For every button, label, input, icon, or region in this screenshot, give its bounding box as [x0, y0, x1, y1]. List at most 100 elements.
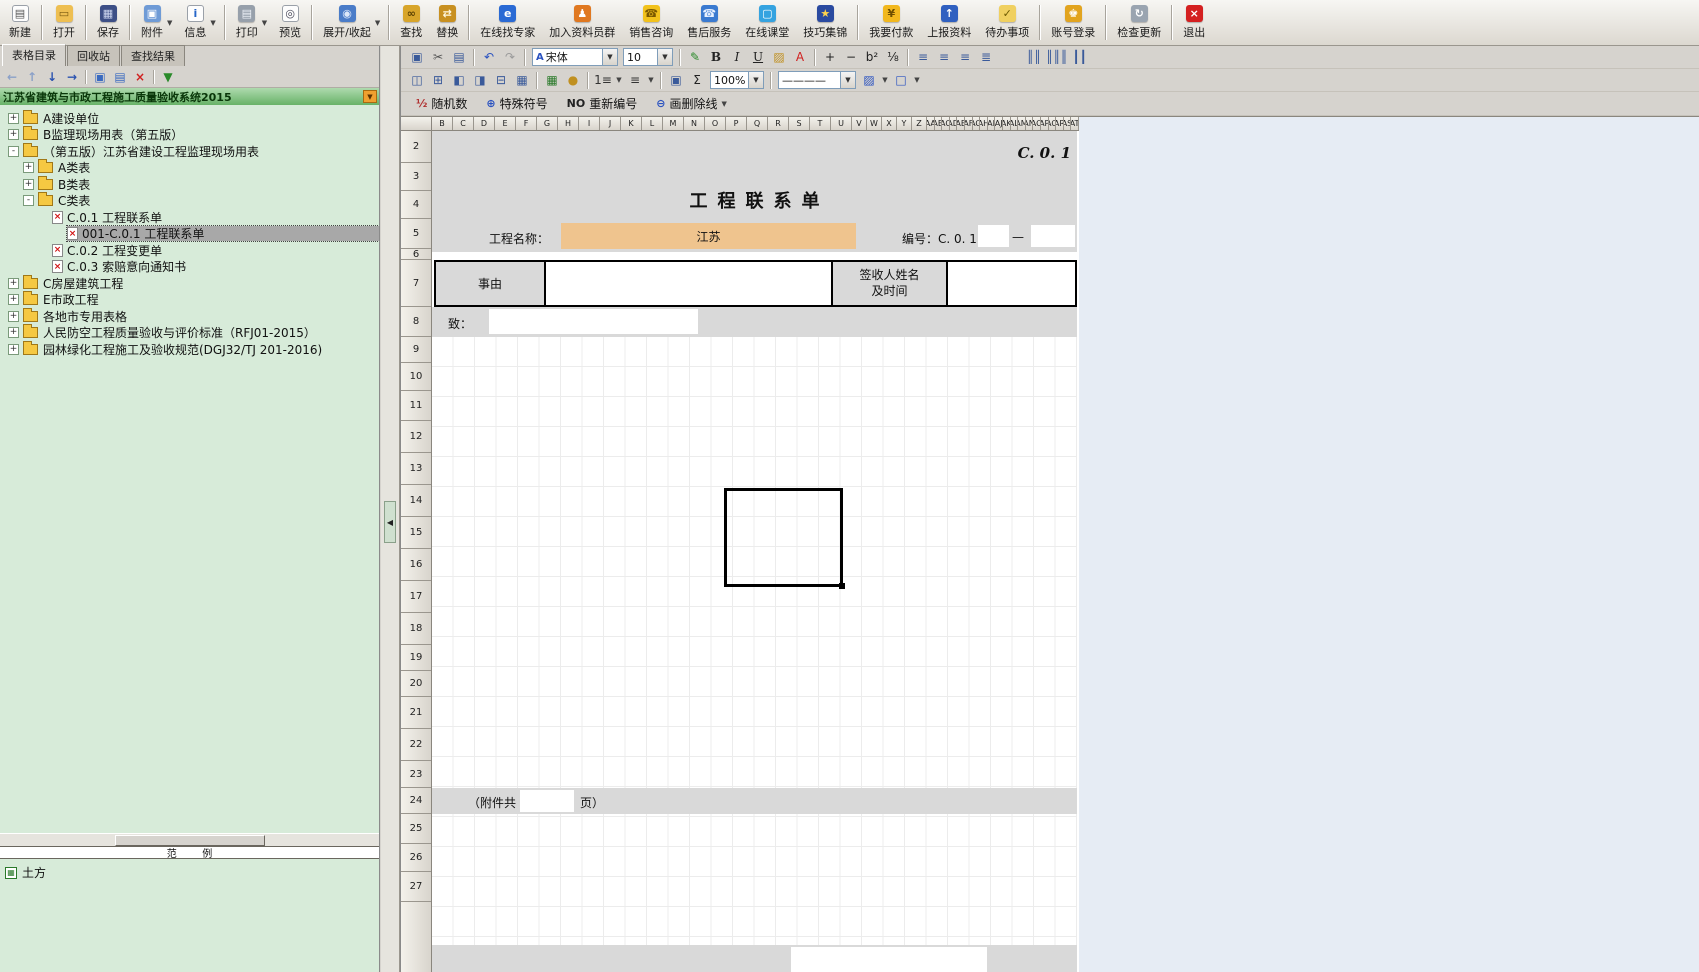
row-header[interactable]: 24: [401, 788, 431, 814]
row-header[interactable]: 3: [401, 163, 431, 191]
back-arrow-icon[interactable]: ←: [3, 68, 21, 86]
dropdown-arrow-icon[interactable]: ▼: [602, 49, 617, 65]
online-expert-button[interactable]: e在线找专家: [473, 1, 542, 44]
column-header[interactable]: X: [882, 117, 897, 130]
up-arrow-icon[interactable]: ↑: [23, 68, 41, 86]
dropdown-arrow-icon[interactable]: ▼: [261, 19, 268, 27]
row-header[interactable]: 13: [401, 453, 431, 485]
down-arrow-icon[interactable]: ↓: [43, 68, 61, 86]
column-header[interactable]: U: [831, 117, 852, 130]
column-header[interactable]: O: [705, 117, 726, 130]
collapse-expander-icon[interactable]: -: [8, 146, 19, 157]
column-header[interactable]: S: [789, 117, 810, 130]
merge-down-icon[interactable]: ⊟: [491, 71, 511, 90]
tree-item[interactable]: +人民防空工程质量验收与评价标准（RFJ01-2015）: [0, 325, 379, 342]
attachment-button[interactable]: ▣附件▼: [134, 1, 177, 44]
tree-item[interactable]: +E市政工程: [0, 292, 379, 309]
expand-expander-icon[interactable]: +: [8, 294, 19, 305]
column-header[interactable]: W: [867, 117, 882, 130]
column-header[interactable]: K: [621, 117, 642, 130]
preview-button[interactable]: ◎预览: [272, 1, 308, 44]
dropdown-arrow-icon[interactable]: ▼: [748, 72, 763, 88]
column-header[interactable]: J: [600, 117, 621, 130]
cut-icon[interactable]: ✂: [428, 48, 448, 67]
auto-sum-icon[interactable]: Σ: [687, 71, 707, 90]
column-header[interactable]: F: [516, 117, 537, 130]
tree-item[interactable]: +各地市专用表格: [0, 308, 379, 325]
reason-input-cell[interactable]: [544, 262, 831, 305]
row-header[interactable]: 15: [401, 517, 431, 549]
title-dropdown-button[interactable]: ▼: [363, 90, 377, 103]
row-header[interactable]: 17: [401, 581, 431, 613]
row-header[interactable]: 8: [401, 307, 431, 337]
row-header[interactable]: 10: [401, 363, 431, 391]
line-style-select[interactable]: ————▼: [778, 71, 856, 89]
superscript-icon[interactable]: b²: [862, 48, 882, 67]
column-header[interactable]: AB: [935, 117, 943, 130]
column-header[interactable]: AE: [957, 117, 965, 130]
expand-expander-icon[interactable]: +: [23, 162, 34, 173]
lock-cell-icon[interactable]: ●: [563, 71, 583, 90]
table-borders-icon[interactable]: ▦: [512, 71, 532, 90]
row-header[interactable]: 19: [401, 645, 431, 671]
row-header[interactable]: 20: [401, 671, 431, 697]
row-header[interactable]: 23: [401, 761, 431, 788]
tab-catalog[interactable]: 表格目录: [2, 44, 66, 66]
upload-data-button[interactable]: ↑上报资料: [920, 1, 978, 44]
row-header[interactable]: 22: [401, 729, 431, 761]
column-header[interactable]: G: [537, 117, 558, 130]
form-number-box-2[interactable]: [1031, 225, 1075, 247]
fill-color-icon[interactable]: ▨: [769, 48, 789, 67]
column-header[interactable]: Y: [897, 117, 912, 130]
row-header[interactable]: 27: [401, 872, 431, 902]
tree-item[interactable]: +A建设单位: [0, 110, 379, 127]
paste-icon[interactable]: ▤: [449, 48, 469, 67]
column-header[interactable]: AO: [1033, 117, 1041, 130]
copy-form-icon[interactable]: ▤: [111, 68, 129, 86]
sales-consult-button[interactable]: ☎销售咨询: [622, 1, 680, 44]
print-button[interactable]: ▤打印▼: [229, 1, 272, 44]
column-header[interactable]: Q: [747, 117, 768, 130]
account-login-button[interactable]: ♚账号登录: [1044, 1, 1102, 44]
column-header[interactable]: AJ: [995, 117, 1003, 130]
split-cells-icon[interactable]: ⊞: [428, 71, 448, 90]
row-header[interactable]: 16: [401, 549, 431, 581]
tree-item[interactable]: ×C.0.1 工程联系单: [0, 209, 379, 226]
vertical-text-icon[interactable]: ║║: [1024, 48, 1044, 67]
tree-item[interactable]: -（第五版）江苏省建设工程监理现场用表: [0, 143, 379, 160]
column-header[interactable]: AT: [1071, 117, 1079, 130]
italic-icon[interactable]: I: [727, 48, 747, 67]
column-header[interactable]: AQ: [1049, 117, 1057, 130]
table-pen-icon[interactable]: ▣: [666, 71, 686, 90]
dropdown-arrow-icon[interactable]: ▼: [614, 71, 624, 90]
column-header[interactable]: AK: [1003, 117, 1011, 130]
dropdown-arrow-icon[interactable]: ▼: [721, 100, 726, 108]
sheet-canvas[interactable]: C. 0. 1 工程联系单 工程名称： 江苏 编号：C. 0. 1 — 事由 签…: [432, 131, 1079, 972]
tab-search-results[interactable]: 查找结果: [121, 45, 185, 66]
column-header[interactable]: AI: [988, 117, 996, 130]
row-header[interactable]: 14: [401, 485, 431, 517]
font-color-icon[interactable]: A: [790, 48, 810, 67]
underline-icon[interactable]: U: [748, 48, 768, 67]
special-symbol-button[interactable]: ⊕特殊符号: [477, 93, 556, 114]
vertical-text-right-icon[interactable]: ┃┃: [1070, 48, 1090, 67]
tree-item[interactable]: -C类表: [0, 193, 379, 210]
collapse-expander-icon[interactable]: -: [23, 195, 34, 206]
tips-button[interactable]: ★技巧集锦: [796, 1, 854, 44]
align-justify-icon[interactable]: ≣: [976, 48, 996, 67]
merge-right-icon[interactable]: ◨: [470, 71, 490, 90]
copy-icon[interactable]: ▣: [407, 48, 427, 67]
column-header[interactable]: T: [810, 117, 831, 130]
align-left-icon[interactable]: ≡: [913, 48, 933, 67]
todo-button[interactable]: ✓待办事项: [978, 1, 1036, 44]
example-item[interactable]: ▦土方: [5, 864, 374, 881]
footer-input-box[interactable]: [791, 947, 987, 972]
align-right-icon[interactable]: ≡: [955, 48, 975, 67]
after-sales-button[interactable]: ☎售后服务: [680, 1, 738, 44]
row-header[interactable]: 5: [401, 219, 431, 249]
row-header[interactable]: 7: [401, 260, 431, 307]
column-header[interactable]: M: [663, 117, 684, 130]
vertical-text-left-icon[interactable]: ║║║: [1045, 48, 1069, 67]
info-button[interactable]: i信息▼: [177, 1, 220, 44]
find-button[interactable]: ∞查找: [393, 1, 429, 44]
